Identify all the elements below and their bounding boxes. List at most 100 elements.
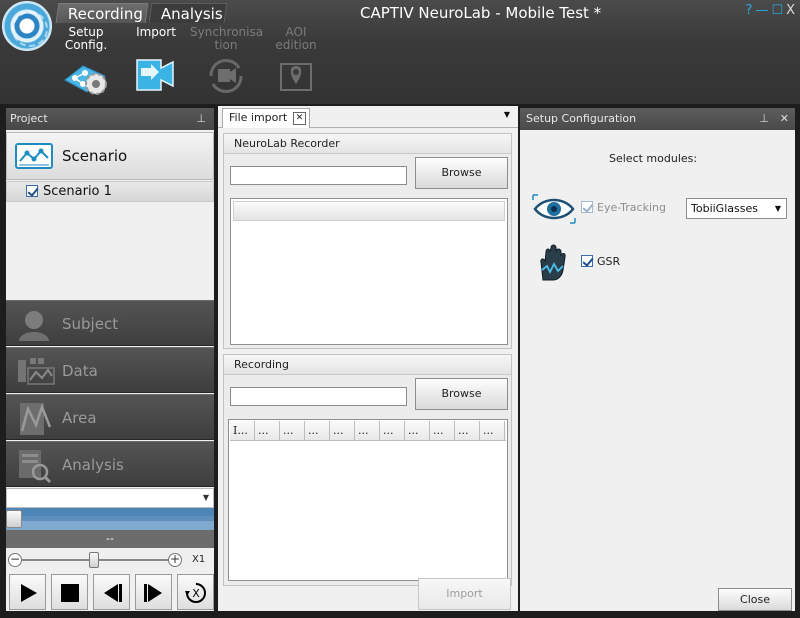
minimize-button[interactable]: — (755, 3, 769, 18)
maximize-button[interactable]: ☐ (771, 3, 784, 18)
column-header[interactable]: ... (480, 421, 505, 440)
speed-reset-button[interactable]: X (177, 574, 214, 610)
recording-table[interactable]: I... ... ... ... ... ... ... ... ... ...… (228, 419, 508, 581)
select-modules-label: Select modules: (609, 152, 698, 165)
column-header[interactable]: ... (455, 421, 480, 440)
column-header[interactable]: ... (305, 421, 330, 440)
close-icon[interactable]: ✕ (780, 108, 789, 130)
nav-area-button[interactable]: Area (6, 394, 214, 440)
nav-data-button[interactable]: Data (6, 347, 214, 393)
recorder-list-header (233, 201, 505, 221)
timeline-handle[interactable] (6, 510, 22, 528)
scenario-section-button[interactable]: Scenario (6, 132, 214, 180)
aoi-edition-button: AOI edition (264, 26, 328, 98)
column-header[interactable]: ... (255, 421, 280, 440)
gear-network-icon (64, 65, 107, 95)
area-icon (20, 403, 52, 435)
gsr-hand-icon (540, 244, 566, 281)
project-panel: Project ⊥ Scenario Scenario 1 Subject Da… (6, 108, 214, 611)
eye-tracking-device-select[interactable]: TobiiGlasses ▼ (686, 198, 787, 219)
stop-icon (61, 584, 79, 602)
gsr-module: GSR (532, 244, 794, 284)
import-ribbon-button[interactable]: Import (126, 26, 186, 98)
eye-tracking-checkbox[interactable] (581, 201, 593, 213)
ribbon: Recording Analysis CAPTIV NeuroLab - Mob… (0, 0, 800, 104)
close-button[interactable]: Close (718, 588, 792, 611)
synchronisation-label: Synchronisa tion (190, 25, 264, 52)
column-header[interactable]: ... (355, 421, 380, 440)
column-header[interactable]: ... (405, 421, 430, 440)
next-frame-button[interactable] (135, 574, 172, 610)
recorder-browse-button[interactable]: Browse (415, 157, 508, 189)
transport-controls: X (6, 572, 214, 611)
gsr-checkbox[interactable] (581, 255, 593, 267)
subject-dropdown[interactable]: ▼ (6, 488, 214, 508)
aoi-edition-label: AOI edition (275, 25, 317, 52)
zoom-in-icon[interactable]: + (168, 553, 182, 567)
previous-frame-button[interactable] (93, 574, 130, 610)
step-forward-icon (144, 584, 162, 602)
recording-title: Recording (224, 355, 511, 375)
tab-recording[interactable]: Recording (55, 3, 149, 23)
neurolab-recorder-title: NeuroLab Recorder (224, 134, 511, 154)
nav-analysis-button[interactable]: Analysis (6, 441, 214, 487)
zoom-control: − + X1 (6, 548, 214, 572)
speed-icon: X (185, 583, 206, 603)
column-header[interactable]: ... (380, 421, 405, 440)
list-item-scenario[interactable]: Scenario 1 (6, 181, 214, 202)
tab-analysis[interactable]: Analysis (148, 3, 228, 23)
eye-tracking-label: Eye-Tracking (597, 201, 666, 214)
camera-import-icon (136, 59, 174, 91)
nav-subject-button[interactable]: Subject (6, 300, 214, 346)
chevron-down-icon[interactable]: ▼ (504, 110, 510, 119)
scenario-list-area (6, 202, 214, 299)
setup-panel-title: Setup Configuration (526, 112, 637, 125)
eye-tracking-icon (532, 194, 576, 224)
scenario-checkbox[interactable] (26, 185, 38, 197)
import-button[interactable]: Import (418, 578, 511, 610)
nav-subject-label: Subject (62, 315, 119, 333)
eye-tracking-device-value: TobiiGlasses (691, 202, 758, 215)
aoi-pin-icon (280, 63, 312, 91)
subject-icon (19, 311, 49, 341)
nav-analysis-label: Analysis (62, 456, 124, 474)
zoom-level: X1 (192, 554, 206, 565)
recording-table-header: I... ... ... ... ... ... ... ... ... ...… (230, 421, 506, 441)
recording-group: Recording Browse I... ... ... ... ... ..… (223, 354, 512, 586)
pin-icon[interactable]: ⊥ (759, 108, 769, 130)
help-button[interactable]: ? (746, 3, 754, 18)
setup-configuration-panel: Setup Configuration ⊥ ✕ Select modules: … (520, 108, 795, 611)
close-window-button[interactable]: X (786, 3, 796, 18)
timeline-slider[interactable] (6, 508, 214, 530)
column-header[interactable]: ... (330, 421, 355, 440)
play-button[interactable] (9, 574, 46, 610)
zoom-out-icon[interactable]: − (8, 553, 22, 567)
zoom-handle[interactable] (89, 552, 99, 568)
column-header[interactable]: I... (230, 421, 255, 440)
time-readout: -- (6, 530, 214, 548)
app-logo-icon[interactable] (2, 1, 52, 51)
synchronisation-button: Synchronisa tion (190, 25, 264, 98)
scenario-item-label: Scenario 1 (43, 184, 112, 199)
recorder-path-input[interactable] (230, 166, 407, 185)
window-title: CAPTIV NeuroLab - Mobile Test * (360, 4, 602, 22)
eye-tracking-module: Eye-Tracking TobiiGlasses ▼ (532, 194, 794, 224)
data-icon (18, 358, 55, 385)
stop-button[interactable] (51, 574, 88, 610)
project-panel-header: Project ⊥ (6, 108, 214, 130)
column-header[interactable]: ... (280, 421, 305, 440)
setup-config-button[interactable]: Setup Config. (55, 26, 117, 98)
recording-path-input[interactable] (230, 387, 407, 406)
chevron-down-icon: ▼ (774, 204, 781, 213)
close-icon[interactable]: ✕ (293, 112, 306, 125)
tab-file-import[interactable]: File import ✕ (222, 108, 310, 128)
column-header[interactable]: ... (430, 421, 455, 440)
chevron-down-icon: ▼ (202, 493, 209, 502)
pin-icon[interactable]: ⊥ (196, 108, 206, 130)
recorder-file-list[interactable] (230, 198, 508, 345)
step-back-icon (104, 584, 122, 602)
recording-browse-button[interactable]: Browse (415, 378, 508, 410)
gsr-label: GSR (597, 255, 621, 268)
scenario-section-label: Scenario (62, 147, 128, 165)
window-controls: ? — ☐ X (744, 1, 796, 21)
